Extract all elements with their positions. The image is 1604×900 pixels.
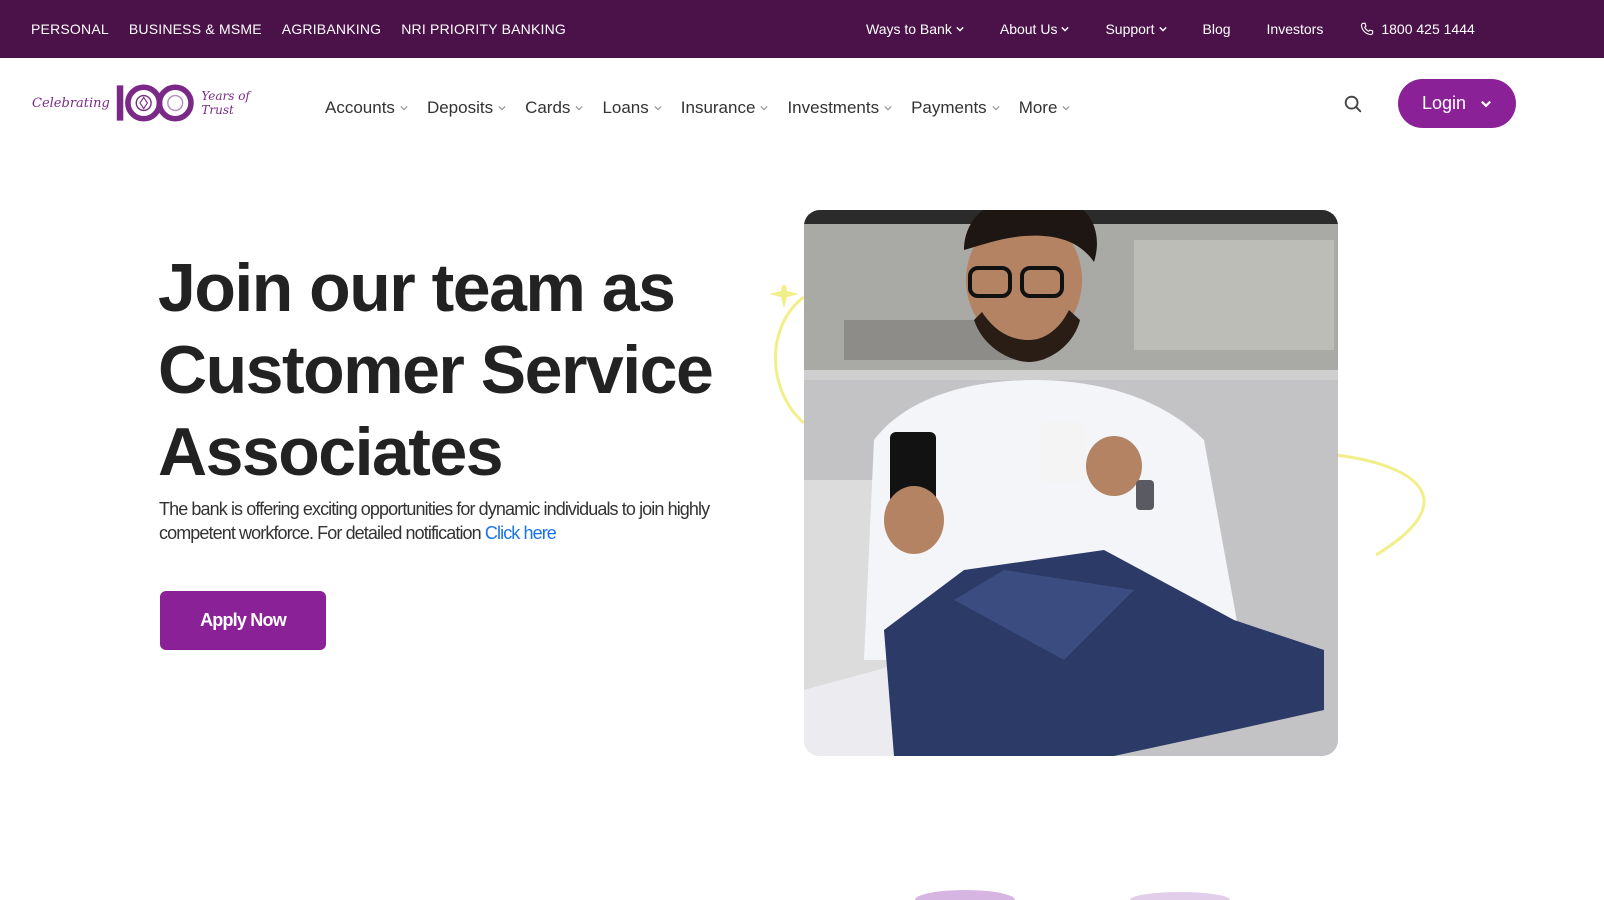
phone-contact[interactable]: 1800 425 1444 — [1359, 21, 1475, 37]
menu-investments-label: Investments — [787, 98, 880, 117]
phone-number: 1800 425 1444 — [1381, 21, 1475, 37]
menu-cards[interactable]: Cards — [525, 98, 584, 118]
segment-personal[interactable]: PERSONAL — [31, 21, 109, 37]
link-ways-to-bank-label: Ways to Bank — [866, 21, 952, 37]
chevron-down-icon — [1158, 26, 1167, 32]
menu-insurance-label: Insurance — [680, 98, 756, 117]
link-about-us-label: About Us — [999, 21, 1058, 37]
top-utility-bar: PERSONAL BUSINESS & MSME AGRIBANKING NRI… — [0, 0, 1604, 58]
link-about-us[interactable]: About Us — [1000, 21, 1070, 37]
phone-icon — [1361, 22, 1374, 36]
menu-more-label: More — [1018, 98, 1058, 117]
menu-accounts[interactable]: Accounts — [325, 98, 408, 118]
chevron-down-icon — [992, 105, 1000, 111]
link-support-label: Support — [1105, 21, 1155, 37]
logo-years-text: Years of Trust — [201, 89, 250, 117]
hero-title: Join our team as Customer Service Associ… — [158, 247, 758, 493]
login-button-label: Login — [1421, 93, 1467, 113]
link-investors-label: Investors — [1266, 21, 1324, 37]
hero-title-line-1: Join our team as — [158, 250, 676, 326]
menu-investments[interactable]: Investments — [787, 98, 892, 118]
logo-celebrating-text: Celebrating — [32, 95, 110, 111]
bottom-decorative-shapes — [915, 890, 1230, 900]
menu-more[interactable]: More — [1019, 98, 1071, 118]
chevron-down-icon — [956, 26, 964, 32]
chevron-down-icon — [654, 105, 662, 111]
menu-cards-label: Cards — [525, 98, 571, 117]
sparkle-icon — [769, 285, 799, 309]
chevron-down-icon — [400, 105, 408, 111]
chevron-down-icon — [1481, 100, 1491, 107]
chevron-down-icon — [884, 105, 892, 111]
link-blog[interactable]: Blog — [1203, 21, 1231, 37]
apply-now-button[interactable]: Apply Now — [160, 591, 326, 650]
link-blog-label: Blog — [1202, 21, 1231, 37]
link-ways-to-bank[interactable]: Ways to Bank — [866, 21, 964, 37]
logo-100-emblem-icon — [116, 84, 194, 122]
chevron-down-icon — [1062, 105, 1071, 111]
hero-title-line-3: Associates — [158, 414, 504, 490]
chevron-down-icon — [498, 105, 506, 111]
menu-loans[interactable]: Loans — [602, 98, 662, 118]
link-investors[interactable]: Investors — [1267, 21, 1324, 37]
search-icon[interactable] — [1342, 93, 1364, 115]
login-button[interactable]: Login — [1398, 79, 1516, 128]
segment-agribanking[interactable]: AGRIBANKING — [282, 21, 381, 37]
menu-deposits[interactable]: Deposits — [427, 98, 506, 118]
hero-photo — [804, 210, 1338, 756]
menu-accounts-label: Accounts — [325, 98, 395, 117]
bank-logo[interactable]: Celebrating Years of Trust — [32, 80, 280, 126]
link-support[interactable]: Support — [1105, 21, 1167, 37]
primary-menu: Accounts Deposits Cards Loans Insurance … — [325, 58, 1089, 158]
utility-links: Ways to Bank About Us Support Blog Inves… — [866, 0, 1475, 58]
menu-insurance[interactable]: Insurance — [681, 98, 769, 118]
segment-nav: PERSONAL BUSINESS & MSME AGRIBANKING NRI… — [0, 21, 566, 37]
chevron-down-icon — [1061, 26, 1070, 32]
hero-description: The bank is offering exciting opportunit… — [159, 497, 719, 545]
menu-payments[interactable]: Payments — [911, 98, 1000, 118]
menu-payments-label: Payments — [911, 98, 987, 117]
segment-nri-priority[interactable]: NRI PRIORITY BANKING — [401, 21, 566, 37]
chevron-down-icon — [575, 105, 584, 111]
segment-business-msme[interactable]: BUSINESS & MSME — [129, 21, 262, 37]
chevron-down-icon — [760, 105, 769, 111]
menu-deposits-label: Deposits — [426, 98, 494, 117]
menu-loans-label: Loans — [602, 98, 649, 117]
click-here-link[interactable]: Click here — [485, 523, 557, 543]
hero-title-line-2: Customer Service — [158, 332, 714, 408]
hero-description-text: The bank is offering exciting opportunit… — [159, 499, 710, 543]
